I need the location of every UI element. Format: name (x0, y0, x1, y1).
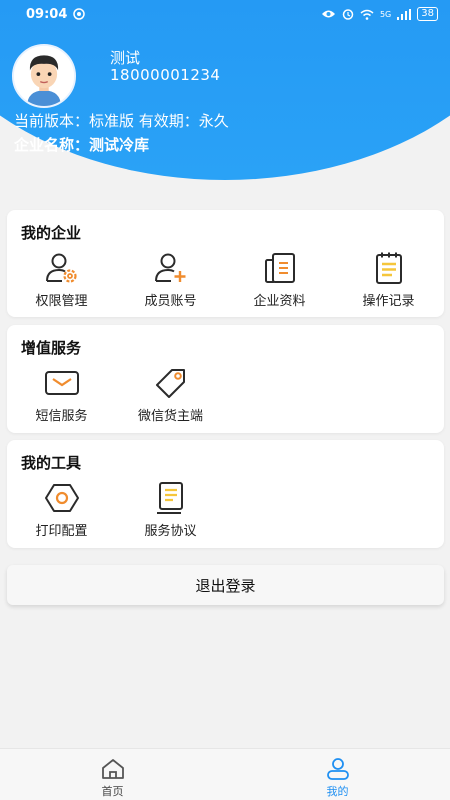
section-title: 增值服务 (21, 339, 82, 357)
nut-icon (44, 484, 79, 512)
logout-button[interactable]: 退出登录 (7, 565, 444, 605)
battery-icon: 38 (417, 7, 438, 21)
service-agreement-button[interactable]: 服务协议 (116, 480, 225, 539)
network-type: 5G (379, 9, 392, 19)
tab-label: 我的 (326, 785, 349, 798)
item-label: 企业资料 (253, 294, 306, 309)
eye-icon (321, 10, 335, 18)
status-time: 09:04 (26, 6, 68, 22)
section-title: 我的工具 (21, 454, 82, 472)
item-label: 成员账号 (144, 294, 197, 309)
file-list-icon (156, 482, 183, 514)
sms-service-button[interactable]: 短信服务 (7, 365, 116, 424)
notepad-icon (375, 252, 402, 284)
tab-home[interactable]: 首页 (0, 749, 225, 800)
user-add-icon (154, 253, 185, 282)
tag-icon (155, 369, 185, 398)
status-bar: 09:04 5G 38 (0, 0, 450, 28)
my-tools-card: 我的工具 打印配置 服务协议 (7, 440, 444, 548)
person-icon (326, 758, 349, 780)
home-icon (101, 759, 124, 779)
item-label: 打印配置 (35, 524, 88, 539)
member-account-button[interactable]: 成员账号 (116, 250, 225, 309)
company-profile-button[interactable]: 企业资料 (225, 250, 334, 309)
notification-icon (73, 8, 86, 20)
permission-management-button[interactable]: 权限管理 (7, 250, 116, 309)
version-info: 当前版本：标准版 有效期：永久 (14, 112, 229, 130)
document-icon (264, 253, 295, 283)
tab-label: 首页 (101, 785, 124, 798)
item-label: 权限管理 (35, 294, 88, 309)
wifi-icon (360, 9, 374, 20)
operation-log-button[interactable]: 操作记录 (334, 250, 443, 309)
section-title: 我的企业 (21, 224, 82, 242)
my-company-card: 我的企业 权限管理 成员账号 企业资料 操作记录 (7, 210, 444, 317)
wechat-owner-button[interactable]: 微信货主端 (116, 365, 225, 424)
item-label: 微信货主端 (137, 409, 203, 424)
user-phone: 18000001234 (110, 66, 221, 84)
avatar[interactable] (12, 44, 76, 108)
alarm-icon (342, 9, 354, 20)
envelope-icon (44, 371, 79, 395)
item-label: 操作记录 (362, 294, 415, 309)
user-name: 测试 (110, 49, 141, 67)
user-gear-icon (45, 253, 77, 283)
profile-header: 09:04 5G 38 测试 18000001234 当前版本：标准版 有效期：… (0, 0, 450, 200)
signal-icon (397, 8, 412, 20)
item-label: 短信服务 (35, 409, 88, 424)
avatar-icon (14, 46, 74, 106)
item-label: 服务协议 (144, 524, 197, 539)
tab-mine[interactable]: 我的 (225, 749, 450, 800)
value-added-services-card: 增值服务 短信服务 微信货主端 (7, 325, 444, 433)
bottom-tab-bar: 首页 我的 (0, 748, 450, 800)
company-name: 企业名称：测试冷库 (14, 136, 150, 154)
print-config-button[interactable]: 打印配置 (7, 480, 116, 539)
